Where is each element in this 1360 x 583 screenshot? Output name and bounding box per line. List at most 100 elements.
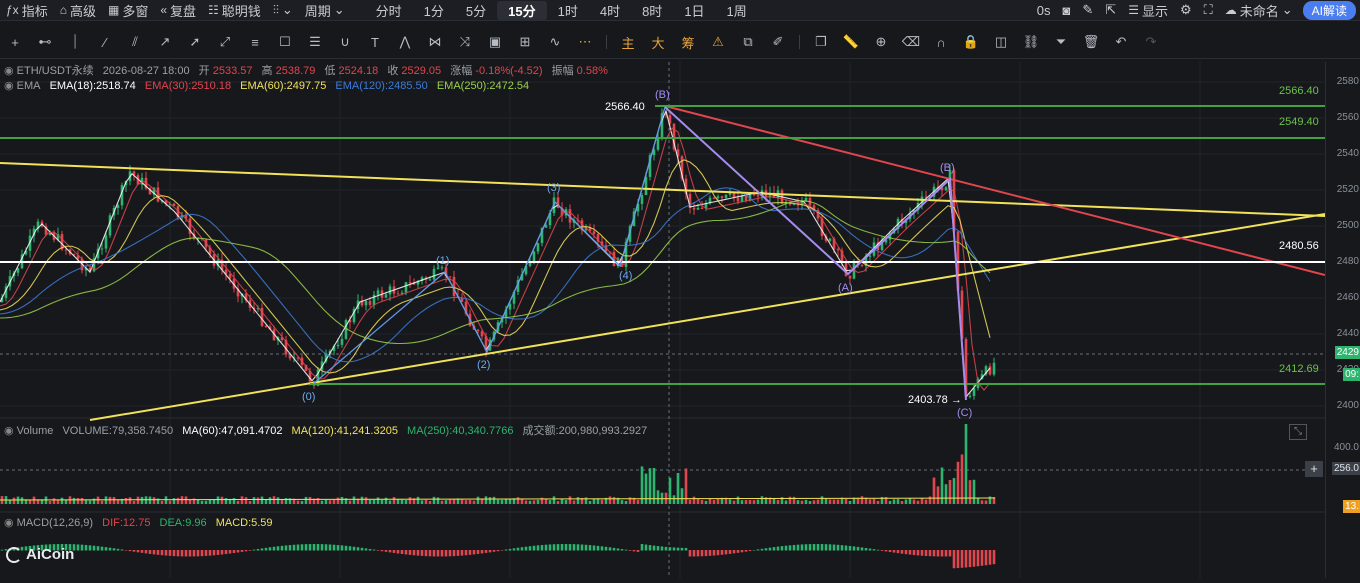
cursor-icon[interactable]: + bbox=[0, 35, 30, 50]
display-button[interactable]: ☰ 显示 bbox=[1122, 1, 1174, 20]
candlestick-chart[interactable] bbox=[0, 62, 1326, 578]
copy-icon[interactable]: ❐ bbox=[806, 34, 836, 50]
horizontal-line-icon[interactable]: ⊷ bbox=[30, 34, 60, 50]
ray-icon[interactable]: ↗ bbox=[150, 34, 180, 50]
image-icon[interactable]: ▣ bbox=[480, 34, 510, 50]
chip-button[interactable]: 筹 bbox=[673, 33, 703, 52]
filter-icon[interactable]: ⏷ bbox=[1046, 34, 1076, 50]
macd-bar bbox=[480, 550, 484, 554]
alert-icon[interactable]: ⚠ bbox=[703, 34, 733, 50]
curve-icon[interactable]: ∪ bbox=[330, 34, 360, 50]
list-icon[interactable]: ☰ bbox=[300, 34, 330, 50]
macd-bar bbox=[128, 550, 132, 552]
volume-bar bbox=[788, 496, 792, 504]
macd-bar bbox=[76, 544, 80, 551]
macd-bar bbox=[808, 544, 812, 551]
pen-icon[interactable]: ✐ bbox=[763, 34, 793, 50]
macd-bar bbox=[608, 547, 612, 551]
countdown-toggle[interactable]: 0s bbox=[1031, 3, 1057, 18]
expand-icon[interactable]: ⤡ bbox=[1289, 424, 1307, 440]
edit-icon[interactable]: ✎ bbox=[1076, 2, 1099, 18]
macd-bar bbox=[484, 550, 488, 553]
measure-icon[interactable]: ⊞ bbox=[510, 34, 540, 50]
extended-line-icon[interactable]: ⤢ bbox=[210, 34, 240, 50]
macd-bar bbox=[160, 550, 164, 556]
wave-label: (A) bbox=[838, 282, 853, 294]
volume-bar bbox=[728, 499, 732, 504]
trend-line-icon[interactable]: ⁄ bbox=[90, 35, 120, 50]
eye-icon[interactable]: ◉ bbox=[4, 80, 14, 92]
macd-bar bbox=[844, 545, 848, 551]
layout-button[interactable]: ☁ 未命名 ⌄ bbox=[1219, 1, 1299, 20]
redo-icon[interactable]: ↷ bbox=[1136, 34, 1166, 50]
macd-bar bbox=[512, 548, 516, 551]
eraser-icon[interactable]: ⌫ bbox=[896, 34, 926, 50]
parallel-channel-icon[interactable]: ⫽ bbox=[120, 34, 150, 50]
advanced-button[interactable]: ⌂ 高级 bbox=[54, 1, 102, 20]
settings-icon[interactable]: ⚙ bbox=[1174, 2, 1198, 18]
eye-icon[interactable]: ◉ bbox=[4, 517, 14, 529]
timeframe-tab-9[interactable]: 1周 bbox=[716, 1, 758, 20]
lock-icon[interactable]: 🔒 bbox=[956, 34, 986, 50]
wave-icon[interactable]: ⋀ bbox=[390, 34, 420, 50]
chart-area[interactable] bbox=[0, 62, 1326, 578]
rectangle-icon[interactable]: ☐ bbox=[270, 34, 300, 50]
share-icon[interactable]: ⇱ bbox=[1099, 2, 1122, 18]
vertical-line-icon[interactable]: ⏐ bbox=[60, 34, 90, 50]
macd-bar bbox=[612, 547, 616, 551]
ema18-value: EMA(18):2518.74 bbox=[49, 80, 136, 92]
macd-bar bbox=[248, 550, 252, 551]
timeframe-tab-7[interactable]: 8时 bbox=[631, 1, 673, 20]
macd-bar bbox=[196, 550, 200, 557]
timeframe-tab-5[interactable]: 1时 bbox=[547, 1, 589, 20]
turnover-value: 成交额:200,980,993.2927 bbox=[522, 425, 648, 437]
layers-icon[interactable]: ⧉ bbox=[733, 34, 763, 50]
brush-icon[interactable]: ∿ bbox=[540, 34, 570, 50]
volume-bar bbox=[264, 499, 268, 504]
add-indicator-icon[interactable]: + bbox=[1305, 461, 1323, 477]
ruler-icon[interactable]: 📏 bbox=[836, 34, 866, 50]
timeframe-tab-6[interactable]: 4时 bbox=[589, 1, 631, 20]
link-icon[interactable]: ⛓ bbox=[1016, 34, 1046, 50]
hide-icon[interactable]: ◫ bbox=[986, 34, 1016, 50]
main-force-button[interactable]: 主 bbox=[613, 33, 643, 52]
price-axis[interactable]: 2580 2560 2540 2520 2500 2480 2460 2440 … bbox=[1325, 62, 1360, 578]
macd-bar bbox=[920, 550, 924, 556]
timeframe-tab-2[interactable]: 1分 bbox=[413, 1, 455, 20]
candle-body bbox=[432, 268, 436, 280]
text-icon[interactable]: T bbox=[360, 35, 390, 50]
timeframe-tab-3[interactable]: 5分 bbox=[455, 1, 497, 20]
fullscreen-icon[interactable]: ⛶ bbox=[1198, 2, 1219, 18]
zoom-icon[interactable]: ⊕ bbox=[866, 34, 896, 50]
timeframe-tab-1[interactable]: 分时 bbox=[365, 1, 413, 20]
volume-bar bbox=[84, 499, 88, 504]
trash-icon[interactable]: 🗑 bbox=[1076, 34, 1106, 50]
big-order-button[interactable]: 大 bbox=[643, 33, 673, 52]
volume-bar bbox=[568, 496, 572, 504]
timeframe-tab-4[interactable]: 15分 bbox=[497, 0, 547, 20]
replay-button[interactable]: «复盘 bbox=[154, 1, 202, 20]
volume-bar bbox=[876, 500, 880, 504]
macd-bar bbox=[284, 545, 288, 551]
pattern-icon[interactable]: ⋈ bbox=[420, 34, 450, 50]
timeframe-tab-8[interactable]: 1日 bbox=[673, 1, 715, 20]
multi-window-button[interactable]: ▦ 多窗 bbox=[102, 1, 154, 20]
wave-label: (C) bbox=[957, 407, 973, 419]
eye-icon[interactable]: ◉ bbox=[4, 65, 14, 77]
path-icon[interactable]: ⤨ bbox=[450, 34, 480, 50]
fib-icon[interactable]: ≡ bbox=[240, 35, 270, 50]
period-button[interactable]: 周期 ⌄ bbox=[299, 1, 351, 20]
undo-icon[interactable]: ↶ bbox=[1106, 34, 1136, 50]
volume-bar bbox=[824, 498, 828, 504]
eye-icon[interactable]: ◉ bbox=[4, 425, 14, 437]
arrow-icon[interactable]: ➚ bbox=[180, 34, 210, 50]
indicator-button[interactable]: ƒx 指标 bbox=[0, 1, 54, 20]
macd-bar bbox=[696, 550, 700, 557]
magnet-icon[interactable]: ∩ bbox=[926, 35, 956, 50]
more-icon[interactable]: ⋯ bbox=[570, 34, 600, 50]
chart-type-button[interactable]: ⫶⫶ ⌄ bbox=[267, 2, 299, 18]
smart-money-button[interactable]: ☷ 聪明钱 bbox=[202, 1, 267, 20]
ai-interpret-button[interactable]: AI解读 bbox=[1302, 0, 1356, 20]
volume-bar bbox=[692, 496, 696, 504]
camera-icon[interactable]: ◙ bbox=[1057, 3, 1077, 18]
